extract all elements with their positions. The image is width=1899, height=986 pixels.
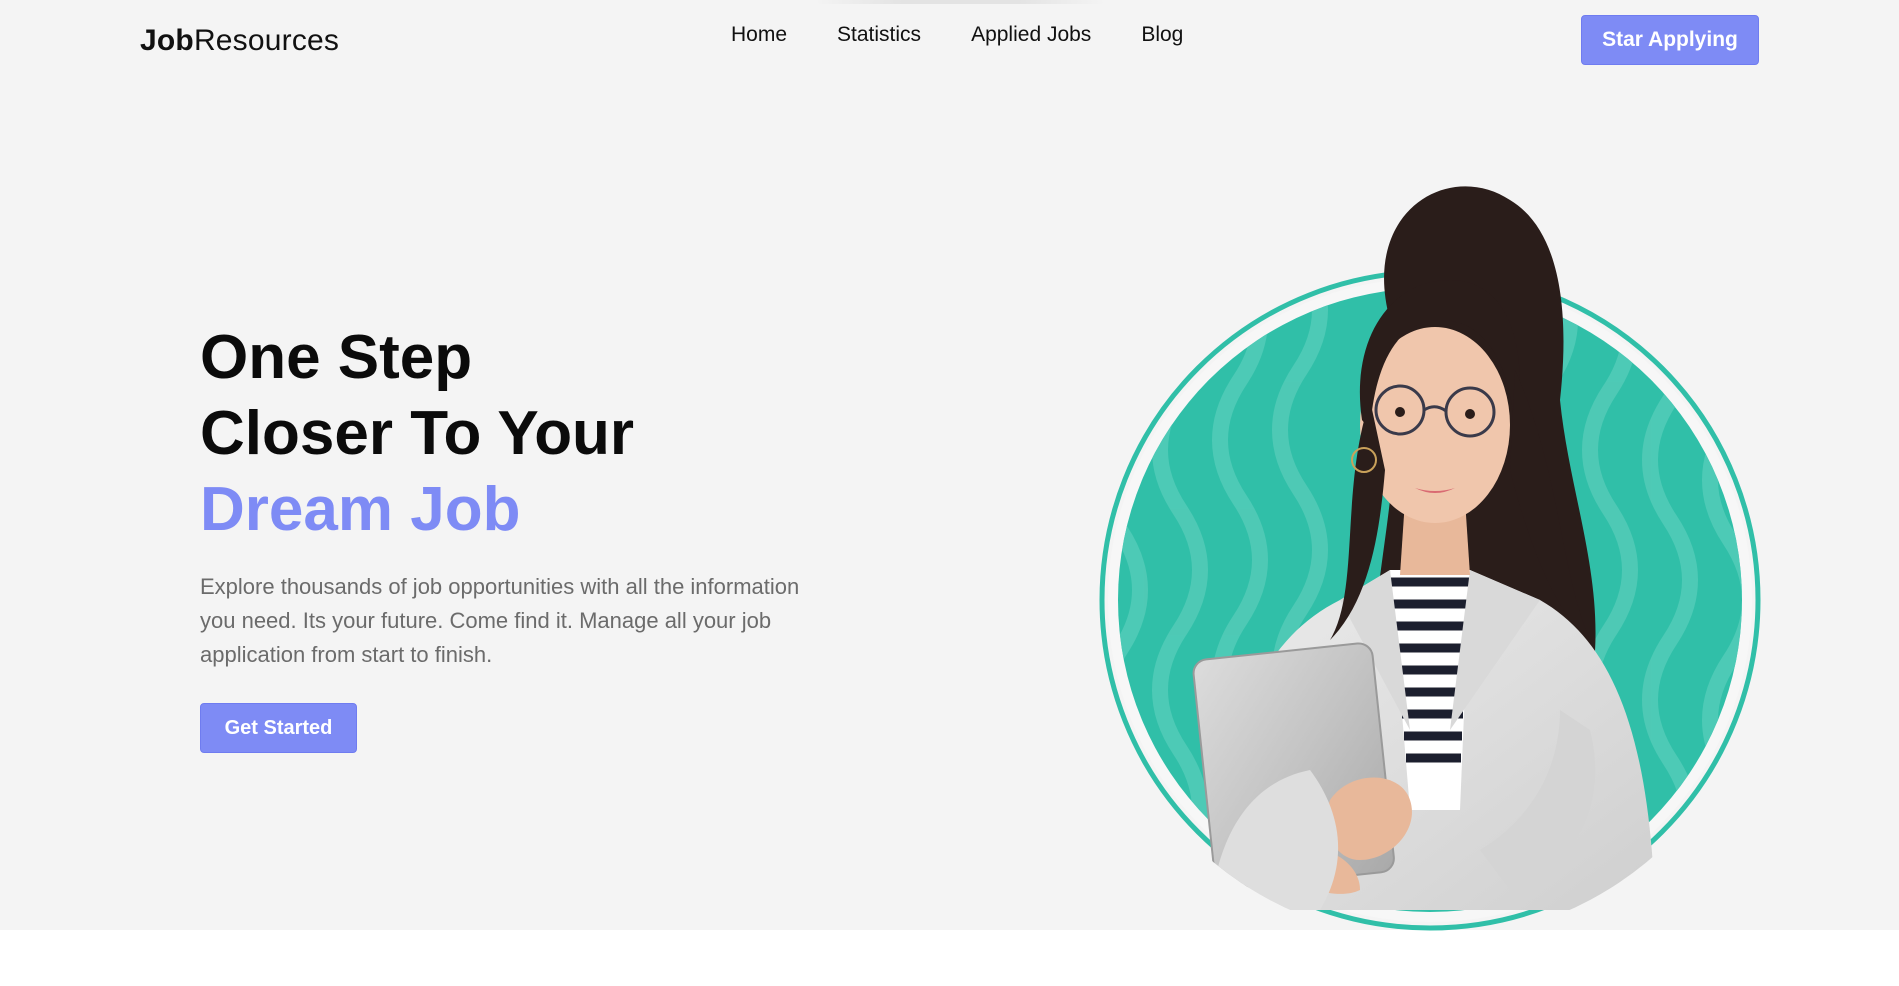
logo-light-text: Resources (193, 24, 340, 57)
headline-line-2: Closer To Your (200, 399, 635, 468)
woman-with-laptop-portrait-icon (1099, 186, 1761, 931)
nav-links: Home Statistics Applied Jobs Blog (731, 23, 1183, 47)
start-applying-button[interactable]: Star Applying (1581, 15, 1759, 65)
logo[interactable]: JobResources (140, 24, 339, 58)
nav-active-indicator (815, 0, 1105, 4)
headline-accent: Dream Job (200, 475, 521, 544)
nav-link-home[interactable]: Home (731, 23, 787, 47)
hero-section: JobResources Home Statistics Applied Job… (0, 0, 1899, 931)
nav-link-statistics[interactable]: Statistics (837, 23, 921, 47)
navbar: JobResources Home Statistics Applied Job… (0, 0, 1899, 80)
nav-link-applied-jobs[interactable]: Applied Jobs (971, 23, 1091, 47)
hero-headline: One Step Closer To Your Dream Job (200, 320, 634, 548)
nav-link-blog[interactable]: Blog (1141, 23, 1183, 47)
logo-bold-text: Job (140, 24, 194, 57)
hero-description: Explore thousands of job opportunities w… (200, 574, 800, 667)
headline-line-1: One Step (200, 323, 473, 392)
get-started-button[interactable]: Get Started (200, 703, 357, 753)
